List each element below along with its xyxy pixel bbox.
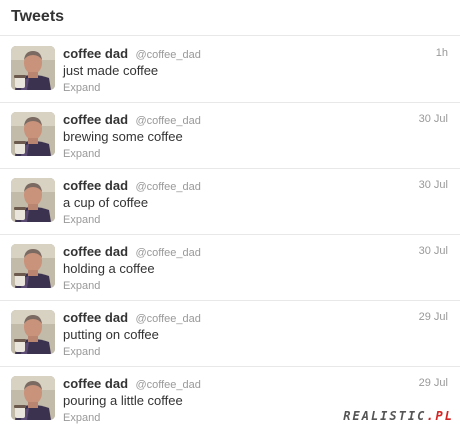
avatar[interactable] — [11, 46, 55, 90]
fullname[interactable]: coffee dad — [63, 244, 128, 259]
tweet-text: putting on coffee — [63, 327, 159, 342]
timestamp[interactable]: 30 Jul — [419, 113, 448, 125]
timestamp[interactable]: 29 Jul — [419, 311, 448, 323]
expand-link[interactable]: Expand — [63, 148, 100, 160]
avatar[interactable] — [11, 178, 55, 222]
tweet-item[interactable]: coffee dad @coffee_dad 30 Jul a cup of c… — [0, 169, 460, 235]
expand-link[interactable]: Expand — [63, 412, 100, 424]
username[interactable]: @coffee_dad — [135, 49, 200, 61]
tweet-item[interactable]: coffee dad @coffee_dad 29 Jul putting on… — [0, 301, 460, 367]
timestamp[interactable]: 1h — [436, 47, 448, 59]
expand-link[interactable]: Expand — [63, 346, 100, 358]
username[interactable]: @coffee_dad — [135, 379, 200, 391]
expand-link[interactable]: Expand — [63, 82, 100, 94]
tweet-text: just made coffee — [63, 63, 159, 78]
tweet-item[interactable]: coffee dad @coffee_dad 30 Jul holding a … — [0, 235, 460, 301]
tweet-header: coffee dad @coffee_dad — [63, 177, 201, 195]
watermark-logo: REALISTIC.PL — [343, 409, 454, 423]
username[interactable]: @coffee_dad — [135, 313, 200, 325]
fullname[interactable]: coffee dad — [63, 376, 128, 391]
fullname[interactable]: coffee dad — [63, 178, 128, 193]
timestamp[interactable]: 30 Jul — [419, 179, 448, 191]
tweet-header: coffee dad @coffee_dad — [63, 111, 201, 129]
username[interactable]: @coffee_dad — [135, 181, 200, 193]
watermark-text: REALISTIC — [343, 409, 427, 423]
avatar[interactable] — [11, 244, 55, 288]
tweet-text: holding a coffee — [63, 261, 155, 276]
avatar[interactable] — [11, 310, 55, 354]
tweet-header: coffee dad @coffee_dad — [63, 375, 201, 393]
username[interactable]: @coffee_dad — [135, 247, 200, 259]
tweet-text: brewing some coffee — [63, 129, 183, 144]
avatar[interactable] — [11, 376, 55, 420]
page-title: Tweets — [11, 8, 65, 25]
tweet-header: coffee dad @coffee_dad — [63, 45, 201, 63]
tweet-text: a cup of coffee — [63, 195, 149, 210]
tweet-feed: coffee dad @coffee_dad 1h just made coff… — [0, 37, 460, 431]
fullname[interactable]: coffee dad — [63, 310, 128, 325]
tweet-item[interactable]: coffee dad @coffee_dad 1h just made coff… — [0, 37, 460, 103]
expand-link[interactable]: Expand — [63, 280, 100, 292]
watermark-accent: .PL — [426, 409, 454, 423]
fullname[interactable]: coffee dad — [63, 46, 128, 61]
tweet-item[interactable]: coffee dad @coffee_dad 30 Jul brewing so… — [0, 103, 460, 169]
tweets-header: Tweets — [0, 0, 460, 36]
avatar[interactable] — [11, 112, 55, 156]
tweets-panel: Tweets coffee dad @coffee_dad 1h just ma… — [0, 0, 460, 431]
fullname[interactable]: coffee dad — [63, 112, 128, 127]
tweet-text: pouring a little coffee — [63, 393, 183, 408]
timestamp[interactable]: 30 Jul — [419, 245, 448, 257]
timestamp[interactable]: 29 Jul — [419, 377, 448, 389]
expand-link[interactable]: Expand — [63, 214, 100, 226]
tweet-header: coffee dad @coffee_dad — [63, 243, 201, 261]
tweet-header: coffee dad @coffee_dad — [63, 309, 201, 327]
username[interactable]: @coffee_dad — [135, 115, 200, 127]
